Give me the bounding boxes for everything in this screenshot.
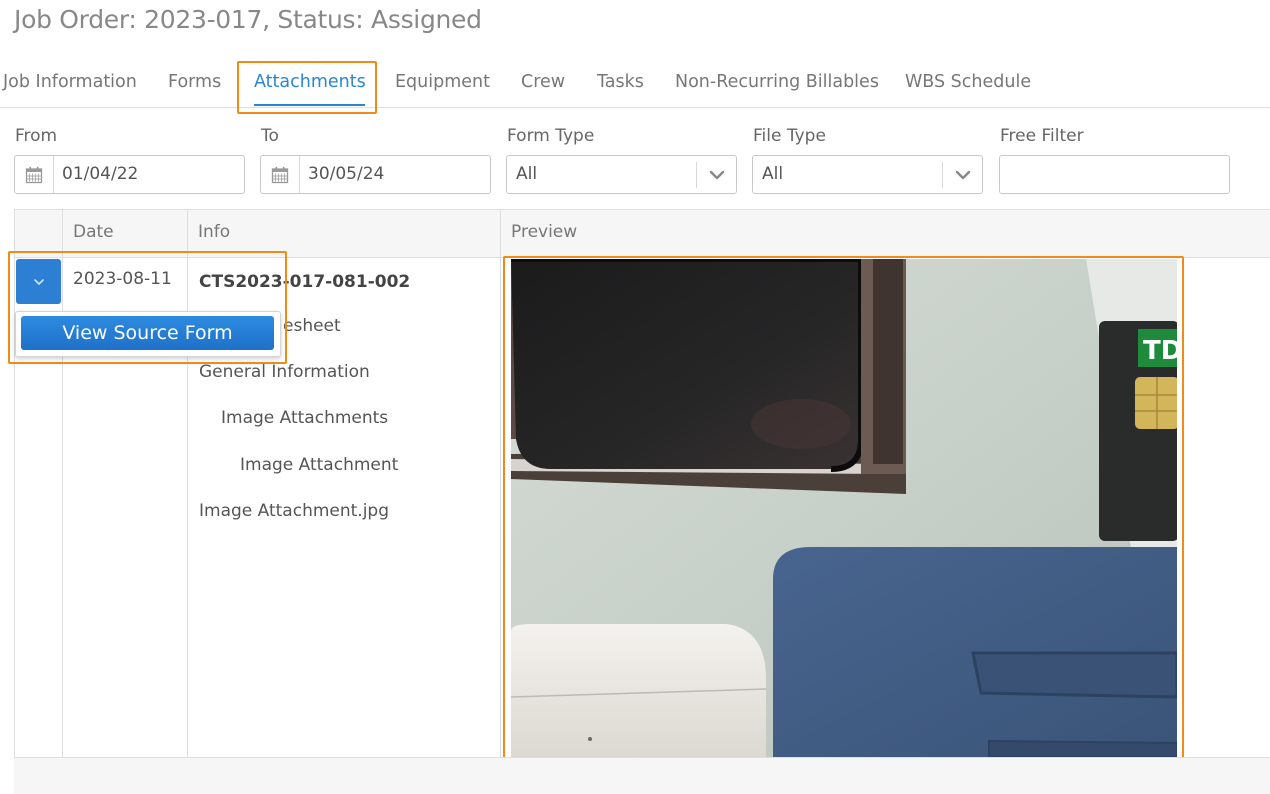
column-header-info[interactable]: Info	[198, 222, 230, 242]
tab-tasks[interactable]: Tasks	[597, 72, 644, 92]
form-type-select[interactable]: All	[506, 155, 737, 194]
from-date-value: 01/04/22	[62, 164, 139, 184]
tab-wbs-schedule[interactable]: WBS Schedule	[905, 72, 1031, 92]
file-type-select[interactable]: All	[752, 155, 983, 194]
tab-equipment[interactable]: Equipment	[395, 72, 490, 92]
calendar-icon[interactable]	[261, 156, 300, 193]
grid-footer	[14, 757, 1270, 794]
attachment-form-name: esheet	[283, 316, 341, 336]
tab-forms[interactable]: Forms	[168, 72, 221, 92]
tab-crew[interactable]: Crew	[521, 72, 565, 92]
to-date-value: 30/05/24	[308, 164, 385, 184]
tab-non-recurring-billables[interactable]: Non-Recurring Billables	[675, 72, 879, 92]
info-subsection: Image Attachments	[221, 408, 389, 428]
info-section: General Information	[199, 362, 370, 382]
page-title: Job Order: 2023-017, Status: Assigned	[14, 5, 482, 34]
file-type-label: File Type	[753, 126, 826, 146]
chevron-down-icon[interactable]	[696, 162, 736, 188]
column-header-date[interactable]: Date	[73, 222, 114, 242]
tab-bar: Job Information Forms Attachments Equipm…	[0, 60, 1270, 108]
free-filter-input[interactable]	[999, 155, 1230, 194]
from-label: From	[15, 126, 58, 146]
info-field: Image Attachment	[240, 455, 399, 475]
to-date-input[interactable]: 30/05/24	[260, 155, 491, 194]
free-filter-label: Free Filter	[1000, 126, 1084, 146]
form-type-label: Form Type	[507, 126, 595, 146]
calendar-icon[interactable]	[15, 156, 54, 193]
to-label: To	[261, 126, 279, 146]
column-header-preview[interactable]: Preview	[511, 222, 577, 242]
highlight-box-preview	[503, 256, 1184, 763]
column-divider	[500, 209, 501, 757]
highlight-box-row-menu	[8, 251, 287, 364]
file-type-value: All	[762, 164, 784, 184]
from-date-input[interactable]: 01/04/22	[14, 155, 245, 194]
highlight-box-tab	[237, 61, 377, 114]
chevron-down-icon[interactable]	[942, 162, 982, 188]
tab-job-information[interactable]: Job Information	[3, 72, 137, 92]
attachment-filename: Image Attachment.jpg	[199, 501, 390, 521]
form-type-value: All	[516, 164, 538, 184]
